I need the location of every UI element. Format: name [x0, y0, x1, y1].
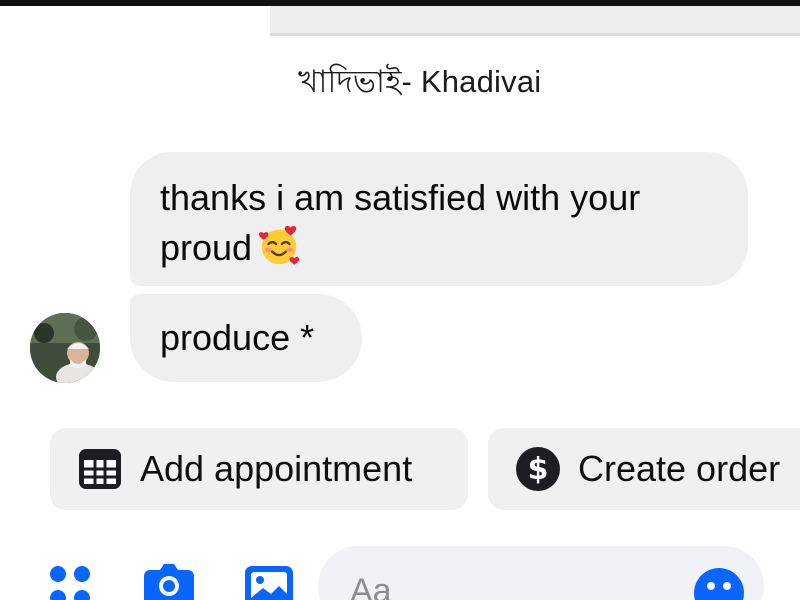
message-bubble[interactable]: thanks i am satisfied with your proud — [130, 152, 748, 286]
message-text: thanks i am satisfied with your — [160, 177, 641, 218]
calendar-icon — [79, 449, 121, 489]
create-order-button[interactable]: $ Create order — [488, 428, 800, 510]
profile-photo — [30, 313, 100, 383]
message-text-line2: proud — [160, 222, 718, 272]
create-order-label: Create order — [578, 448, 781, 489]
message-bubble[interactable]: produce * — [130, 294, 362, 382]
message-input-placeholder: Aa — [350, 572, 392, 600]
message-text-continued: proud — [160, 227, 253, 268]
smiling-face-with-hearts-icon — [258, 226, 300, 265]
apps-icon[interactable] — [46, 562, 96, 600]
svg-text:$: $ — [528, 452, 549, 487]
camera-icon[interactable] — [140, 562, 198, 600]
add-appointment-button[interactable]: Add appointment — [50, 428, 468, 510]
add-appointment-label: Add appointment — [140, 448, 413, 489]
message-text: produce * — [160, 317, 315, 358]
avatar[interactable] — [30, 313, 100, 383]
gallery-icon[interactable] — [242, 562, 296, 600]
dollar-icon: $ — [516, 447, 560, 491]
header-bar — [270, 6, 800, 36]
emoji-icon[interactable] — [692, 566, 746, 600]
sender-name: খাদিভাই- Khadivai — [298, 64, 542, 99]
